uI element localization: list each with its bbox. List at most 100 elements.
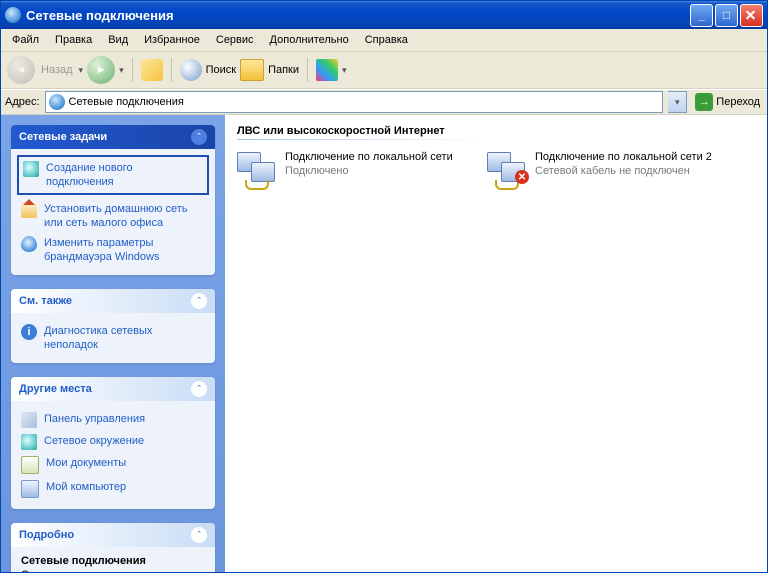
- separator: [307, 58, 308, 82]
- address-dropdown[interactable]: [668, 91, 687, 113]
- shield-icon: [21, 236, 37, 252]
- address-label: Адрес:: [5, 96, 40, 108]
- minimize-button[interactable]: _: [690, 4, 713, 27]
- search-icon: [180, 59, 202, 81]
- menu-edit[interactable]: Правка: [48, 32, 99, 48]
- connection-item[interactable]: Подключение по локальной сети Подключено: [237, 150, 467, 190]
- task-label: Изменить параметры брандмауэра Windows: [44, 236, 205, 264]
- connection-icon: ✕: [487, 150, 527, 190]
- menu-help[interactable]: Справка: [358, 32, 415, 48]
- menu-tools[interactable]: Сервис: [209, 32, 261, 48]
- views-icon: [316, 59, 338, 81]
- connection-name: Подключение по локальной сети: [285, 150, 453, 164]
- chevron-down-icon: [675, 96, 680, 108]
- panel-network-tasks: Сетевые задачи Создание нового подключен…: [11, 125, 215, 275]
- task-firewall[interactable]: Изменить параметры брандмауэра Windows: [21, 233, 205, 267]
- forward-dropdown[interactable]: [119, 64, 124, 76]
- separator: [132, 58, 133, 82]
- panel-other-places: Другие места Панель управления Сетевое о…: [11, 377, 215, 509]
- place-network-places[interactable]: Сетевое окружение: [21, 431, 205, 453]
- details-type: Системная папка: [21, 569, 110, 572]
- task-label: Панель управления: [44, 412, 145, 426]
- arrow-right-icon: [96, 64, 107, 76]
- address-bar: Адрес: Сетевые подключения → Переход: [1, 89, 767, 115]
- titlebar: Сетевые подключения _ □: [1, 1, 767, 29]
- task-label: Мой компьютер: [46, 480, 126, 494]
- collapse-icon: [191, 293, 207, 309]
- documents-icon: [21, 456, 39, 474]
- location-icon: [49, 94, 65, 110]
- address-field[interactable]: Сетевые подключения: [45, 91, 664, 113]
- new-connection-icon: [23, 161, 39, 177]
- panel-title: Другие места: [19, 383, 92, 395]
- collapse-icon: [191, 381, 207, 397]
- task-diagnostics[interactable]: i Диагностика сетевых неполадок: [21, 321, 205, 355]
- panel-details: Подробно Сетевые подключения Системная п…: [11, 523, 215, 572]
- menu-view[interactable]: Вид: [101, 32, 135, 48]
- section-rule: [237, 139, 487, 140]
- panel-title: См. также: [19, 295, 72, 307]
- connection-status: Сетевой кабель не подключен: [535, 164, 712, 178]
- go-button[interactable]: → Переход: [692, 93, 763, 111]
- place-my-documents[interactable]: Мои документы: [21, 453, 205, 477]
- menu-favorites[interactable]: Избранное: [137, 32, 207, 48]
- network-places-icon: [21, 434, 37, 450]
- section-title: ЛВС или высокоскоростной Интернет: [237, 125, 755, 137]
- search-label: Поиск: [206, 64, 236, 76]
- info-icon: i: [21, 324, 37, 340]
- task-home-network[interactable]: Установить домашнюю сеть или сеть малого…: [21, 199, 205, 233]
- place-control-panel[interactable]: Панель управления: [21, 409, 205, 431]
- connection-status: Подключено: [285, 164, 453, 178]
- go-label: Переход: [716, 96, 760, 108]
- connection-icon: [237, 150, 277, 190]
- maximize-button[interactable]: □: [715, 4, 738, 27]
- place-my-computer[interactable]: Мой компьютер: [21, 477, 205, 501]
- panel-header[interactable]: Подробно: [11, 523, 215, 547]
- arrow-left-icon: [16, 64, 27, 76]
- collapse-icon: [191, 129, 207, 145]
- separator: [171, 58, 172, 82]
- connection-item[interactable]: ✕ Подключение по локальной сети 2 Сетево…: [487, 150, 717, 190]
- back-button[interactable]: [7, 56, 35, 84]
- views-button[interactable]: [316, 59, 347, 81]
- app-icon: [5, 7, 21, 23]
- folders-button[interactable]: Папки: [240, 59, 299, 81]
- back-dropdown[interactable]: [79, 64, 84, 76]
- collapse-icon: [191, 527, 207, 543]
- menu-file[interactable]: Файл: [5, 32, 46, 48]
- sidebar: Сетевые задачи Создание нового подключен…: [1, 115, 225, 572]
- panel-see-also: См. также i Диагностика сетевых неполадо…: [11, 289, 215, 363]
- connection-name: Подключение по локальной сети 2: [535, 150, 712, 164]
- menu-extra[interactable]: Дополнительно: [263, 32, 356, 48]
- go-icon: →: [695, 93, 713, 111]
- forward-button[interactable]: [87, 56, 115, 84]
- task-label: Мои документы: [46, 456, 126, 470]
- window: Сетевые подключения _ □ Файл Правка Вид …: [0, 0, 768, 573]
- folders-icon: [240, 59, 264, 81]
- address-value: Сетевые подключения: [69, 96, 184, 108]
- toolbar: Назад Поиск Папки: [1, 52, 767, 89]
- panel-header[interactable]: Другие места: [11, 377, 215, 401]
- task-label: Сетевое окружение: [44, 434, 144, 448]
- control-panel-icon: [21, 412, 37, 428]
- panel-header[interactable]: См. также: [11, 289, 215, 313]
- task-label: Диагностика сетевых неполадок: [44, 324, 205, 352]
- menubar: Файл Правка Вид Избранное Сервис Дополни…: [1, 29, 767, 52]
- panel-title: Подробно: [19, 529, 74, 541]
- chevron-down-icon: [342, 64, 347, 76]
- content-area: ЛВС или высокоскоростной Интернет Подклю…: [225, 115, 767, 572]
- task-new-connection[interactable]: Создание нового подключения: [17, 155, 209, 195]
- task-label: Создание нового подключения: [46, 161, 203, 189]
- up-button[interactable]: [141, 59, 163, 81]
- task-label: Установить домашнюю сеть или сеть малого…: [44, 202, 205, 230]
- computer-icon: [21, 480, 39, 498]
- error-icon: ✕: [515, 170, 529, 184]
- details-name: Сетевые подключения: [21, 555, 205, 567]
- folders-label: Папки: [268, 64, 299, 76]
- panel-title: Сетевые задачи: [19, 131, 107, 143]
- home-icon: [21, 202, 37, 218]
- close-button[interactable]: [740, 4, 763, 27]
- window-title: Сетевые подключения: [26, 8, 690, 23]
- panel-header[interactable]: Сетевые задачи: [11, 125, 215, 149]
- search-button[interactable]: Поиск: [180, 59, 236, 81]
